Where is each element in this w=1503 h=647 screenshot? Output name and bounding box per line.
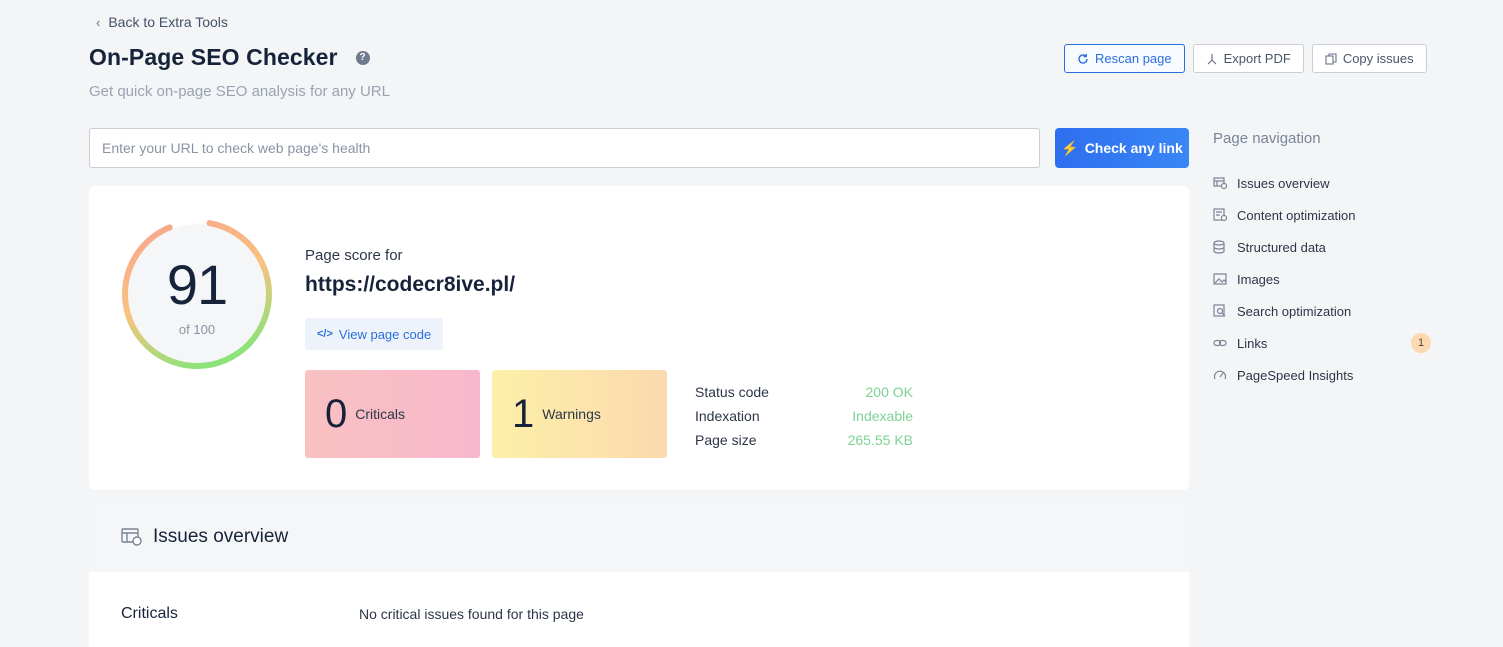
check-button-label: Check any link — [1084, 140, 1183, 156]
title-row: On-Page SEO Checker ? — [89, 44, 370, 71]
page-subtitle: Get quick on-page SEO analysis for any U… — [89, 83, 390, 100]
page-meta-table: Status code 200 OK Indexation Indexable … — [695, 380, 913, 452]
score-card: 91 of 100 Page score for https://codecr8… — [89, 186, 1189, 490]
score-of-label: of 100 — [178, 322, 216, 337]
nav-item-images[interactable]: Images — [1213, 263, 1431, 295]
nav-item-label: Links — [1237, 335, 1268, 351]
meta-value: 200 OK — [865, 384, 913, 400]
issues-overview-card: Issues overview Criticals No critical is… — [89, 501, 1189, 647]
criticals-label: Criticals — [355, 406, 406, 422]
nav-item-label: Search optimization — [1237, 303, 1352, 319]
links-badge: 1 — [1411, 333, 1431, 353]
meta-value: 265.55 KB — [847, 432, 913, 448]
top-actions: Rescan page Export PDF Copy issues — [1064, 44, 1427, 73]
lightning-icon: ⚡ — [1061, 139, 1079, 156]
issues-title: Issues overview — [153, 525, 289, 547]
criticals-row-label: Criticals — [121, 605, 178, 622]
meta-key: Page size — [695, 432, 757, 448]
score-for-label: Page score for — [305, 247, 403, 264]
nav-item-pagespeed-insights[interactable]: PageSpeed Insights — [1213, 359, 1431, 391]
page-navigation-title: Page navigation — [1213, 130, 1321, 147]
meta-value: Indexable — [852, 408, 913, 424]
nav-item-issues-overview[interactable]: Issues overview — [1213, 167, 1431, 199]
search-doc-icon — [1213, 304, 1226, 317]
content-icon — [1213, 208, 1227, 222]
view-code-label: View page code — [338, 326, 432, 342]
check-any-link-button[interactable]: ⚡ Check any link — [1055, 128, 1189, 168]
criticals-row: Criticals No critical issues found for t… — [89, 605, 1189, 623]
view-page-code-button[interactable]: </> View page code — [305, 318, 444, 350]
rescan-label: Rescan page — [1095, 51, 1172, 66]
url-input[interactable] — [89, 128, 1040, 168]
image-icon — [1213, 273, 1227, 285]
nav-item-label: PageSpeed Insights — [1237, 367, 1354, 383]
meta-row: Status code 200 OK — [695, 380, 913, 404]
pdf-icon — [1207, 53, 1217, 64]
chevron-left-icon: ‹ — [96, 14, 101, 30]
nav-item-content-optimization[interactable]: Content optimization — [1213, 199, 1431, 231]
export-pdf-button[interactable]: Export PDF — [1192, 44, 1304, 73]
copy-label: Copy issues — [1342, 51, 1414, 66]
back-link-label: Back to Extra Tools — [108, 14, 228, 30]
nav-item-label: Issues overview — [1237, 175, 1330, 191]
warnings-box[interactable]: 1 Warnings — [492, 370, 667, 458]
copy-icon — [1325, 52, 1337, 65]
criticals-row-message: No critical issues found for this page — [359, 606, 584, 622]
issues-icon — [1213, 177, 1227, 190]
meta-key: Indexation — [695, 408, 760, 424]
page-title: On-Page SEO Checker — [89, 44, 338, 70]
score-value: 91 — [166, 253, 228, 316]
meta-key: Status code — [695, 384, 769, 400]
back-to-extra-tools-link[interactable]: ‹ Back to Extra Tools — [96, 14, 228, 30]
nav-item-links[interactable]: Links 1 — [1213, 327, 1431, 359]
criticals-count: 0 — [325, 391, 348, 436]
warnings-count: 1 — [512, 391, 535, 436]
help-icon[interactable]: ? — [355, 50, 370, 65]
criticals-box[interactable]: 0 Criticals — [305, 370, 480, 458]
nav-item-label: Content optimization — [1237, 207, 1356, 223]
meta-row: Indexation Indexable — [695, 404, 913, 428]
scored-url: https://codecr8ive.pl/ — [305, 273, 516, 296]
copy-issues-button[interactable]: Copy issues — [1311, 44, 1427, 73]
issues-header: Issues overview — [89, 501, 1189, 572]
page-navigation: Page navigation Issues overview Content … — [1213, 130, 1431, 391]
nav-item-label: Images — [1237, 271, 1280, 287]
database-icon — [1213, 240, 1225, 254]
nav-item-search-optimization[interactable]: Search optimization — [1213, 295, 1431, 327]
warnings-label: Warnings — [542, 406, 601, 422]
issues-icon — [121, 527, 142, 546]
code-icon: </> — [317, 328, 333, 340]
meta-row: Page size 265.55 KB — [695, 428, 913, 452]
refresh-icon — [1078, 53, 1088, 64]
speed-icon — [1213, 370, 1227, 380]
nav-item-label: Structured data — [1237, 239, 1326, 255]
link-icon — [1213, 339, 1227, 347]
rescan-page-button[interactable]: Rescan page — [1064, 44, 1185, 73]
nav-item-structured-data[interactable]: Structured data — [1213, 231, 1431, 263]
export-label: Export PDF — [1223, 51, 1291, 66]
